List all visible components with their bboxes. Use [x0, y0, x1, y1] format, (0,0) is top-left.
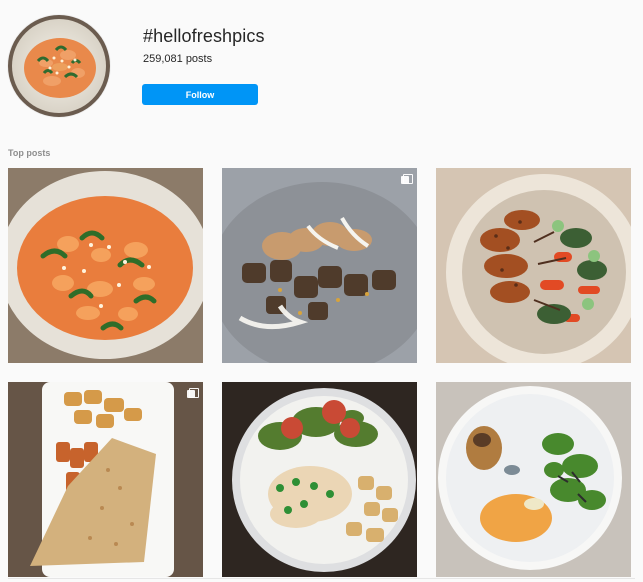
- hashtag-avatar: [8, 15, 110, 117]
- fish-potatoes-image: [8, 382, 203, 577]
- post-tile-breaded-fish-potatoes[interactable]: [8, 382, 203, 577]
- post-tile-grilled-chicken-vegetable-bowl[interactable]: [436, 168, 631, 363]
- hashtag-header: #hellofreshpics 259,081 posts Follow: [0, 0, 643, 130]
- post-count: 259,081 posts: [143, 53, 213, 65]
- multiple-images-icon: [401, 174, 413, 184]
- fish-salad-image: [222, 382, 417, 577]
- post-tile-creamy-tomato-pasta[interactable]: [8, 168, 203, 363]
- bottom-divider: [8, 578, 635, 579]
- top-posts-grid: [8, 168, 635, 578]
- pasta-thumbnail-icon: [8, 15, 110, 117]
- chicken-bowl-image: [436, 168, 631, 363]
- multiple-images-icon: [187, 388, 199, 398]
- post-tile-fish-salad-potatoes[interactable]: [222, 382, 417, 577]
- top-posts-label: Top posts: [8, 148, 51, 158]
- post-tile-chicken-mash-salad[interactable]: [436, 382, 631, 577]
- follow-button[interactable]: Follow: [142, 84, 258, 105]
- hashtag-title: #hellofreshpics: [143, 26, 265, 46]
- pasta-image: [8, 168, 203, 363]
- post-tile-chicken-potatoes-sauce[interactable]: [222, 168, 417, 363]
- chicken-potatoes-image: [222, 168, 417, 363]
- chicken-mash-image: [436, 382, 631, 577]
